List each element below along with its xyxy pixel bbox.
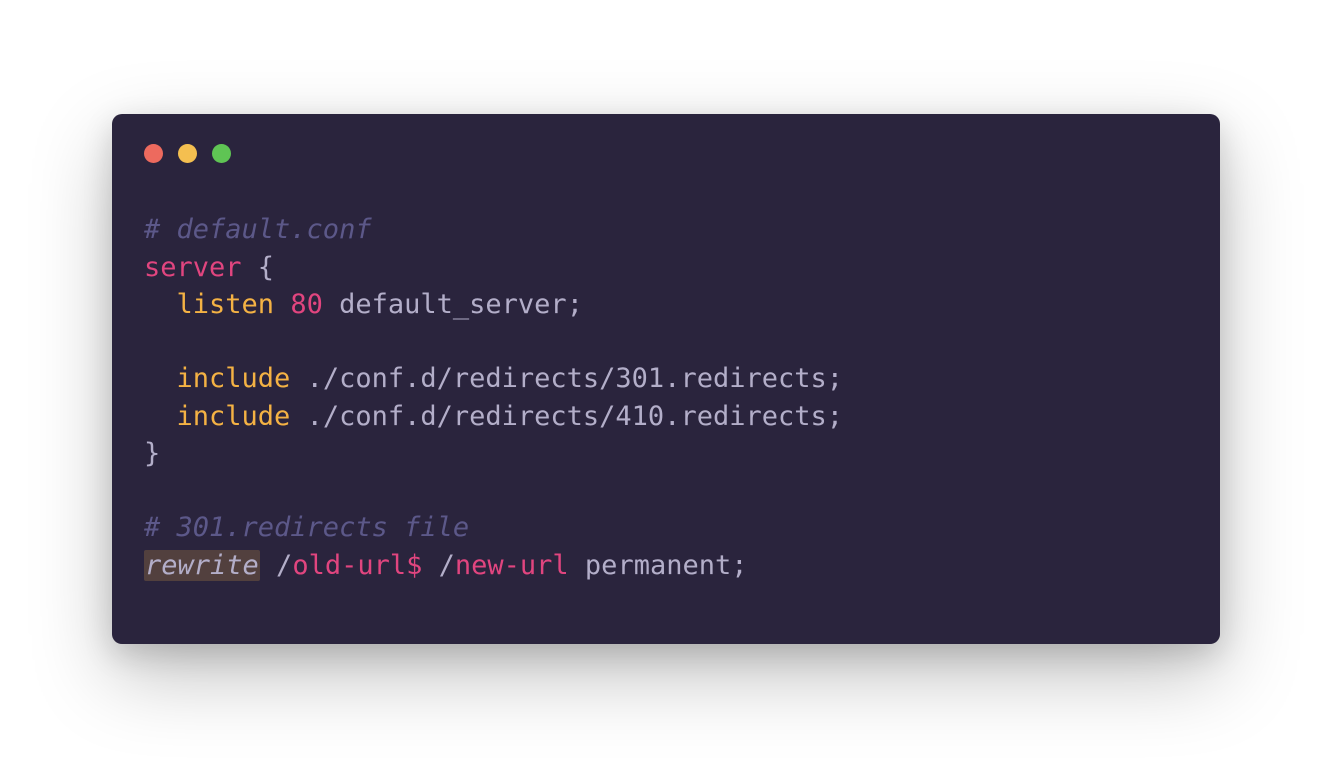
default-server: default_server [339, 289, 567, 320]
slash: / [260, 550, 293, 581]
include-path: ./conf.d/redirects/301.redirects; [290, 363, 843, 394]
slash: / [422, 550, 455, 581]
rewrite-highlight: rewrite [144, 550, 260, 581]
rewrite-directive: rewrite [145, 550, 259, 581]
include-directive: include [177, 401, 291, 432]
comment-line: # default.conf [144, 214, 372, 245]
permanent-flag: permanent; [569, 550, 748, 581]
server-keyword: server [144, 252, 242, 283]
close-icon[interactable] [144, 144, 163, 163]
indent [144, 363, 177, 394]
indent [144, 289, 177, 320]
indent [144, 401, 177, 432]
semicolon: ; [567, 289, 583, 320]
space [323, 289, 339, 320]
brace-close: } [144, 438, 160, 469]
listen-directive: listen [177, 289, 275, 320]
code-block: # default.conf server { listen 80 defaul… [144, 211, 1188, 584]
include-directive: include [177, 363, 291, 394]
port-number: 80 [290, 289, 323, 320]
window-controls [144, 144, 1188, 163]
code-window: # default.conf server { listen 80 defaul… [112, 114, 1220, 644]
brace-open: { [242, 252, 275, 283]
space [274, 289, 290, 320]
include-path: ./conf.d/redirects/410.redirects; [290, 401, 843, 432]
minimize-icon[interactable] [178, 144, 197, 163]
comment-line: # 301.redirects file [144, 512, 469, 543]
new-url: new-url [455, 550, 569, 581]
old-url: old-url$ [292, 550, 422, 581]
maximize-icon[interactable] [212, 144, 231, 163]
